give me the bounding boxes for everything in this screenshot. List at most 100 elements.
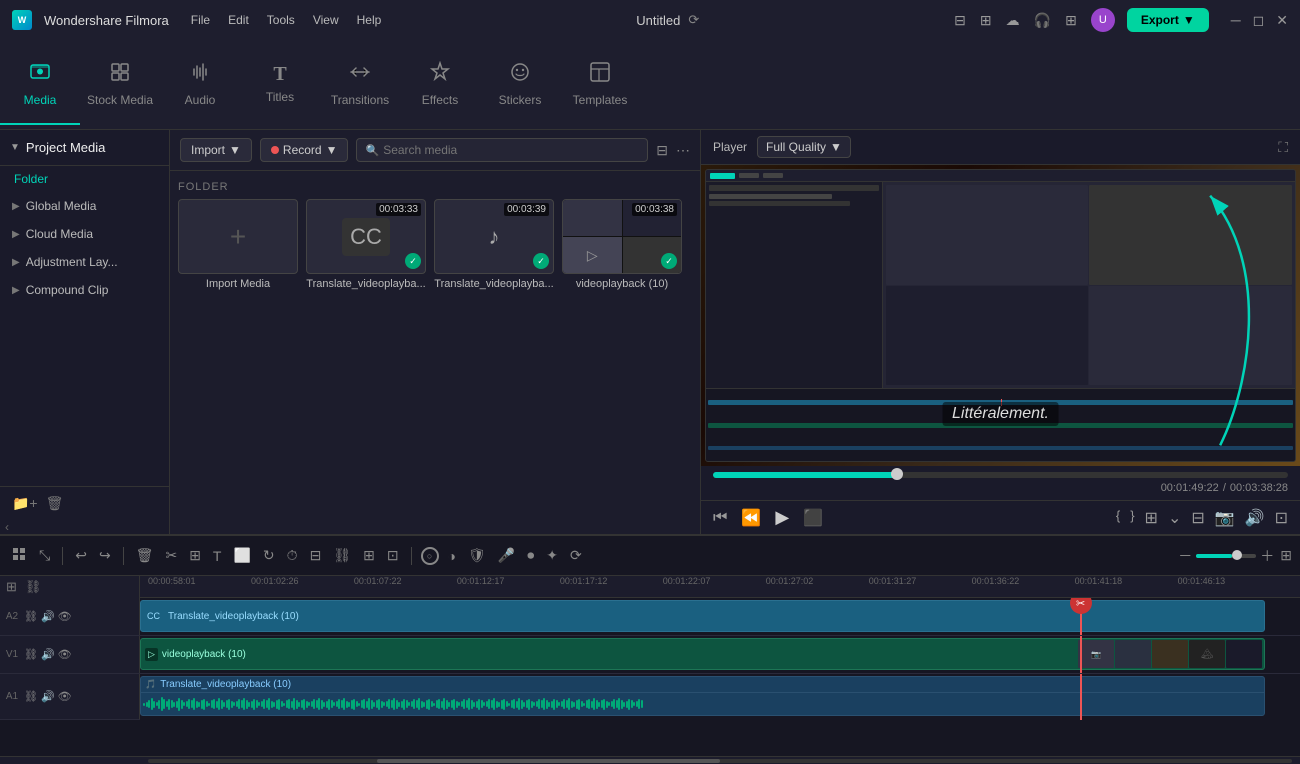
sidebar-collapse-button[interactable]: ‹	[0, 520, 14, 534]
track-eye-icon[interactable]: 👁	[58, 648, 72, 661]
import-button[interactable]: Import ▼	[180, 138, 252, 162]
add-folder-icon[interactable]: 📁+	[12, 495, 38, 512]
fullscreen-icon[interactable]: ⛶	[1278, 139, 1288, 156]
screen-icon[interactable]: ⊟	[954, 12, 966, 29]
track-eye-icon[interactable]: 👁	[58, 610, 72, 623]
toolbar-titles[interactable]: T Titles	[240, 45, 320, 125]
menu-help[interactable]: Help	[357, 13, 382, 27]
text-tool[interactable]: T	[210, 545, 225, 567]
track-eye-icon[interactable]: 👁	[58, 690, 72, 703]
zoom-in-button[interactable]: ＋	[1260, 546, 1274, 566]
apps-icon[interactable]: ⊞	[1065, 12, 1077, 29]
track-link-icon[interactable]: ⛓	[24, 690, 38, 703]
adjust-tool[interactable]: ⊟	[307, 544, 325, 567]
media-item-video1[interactable]: 00:03:38 ▷ ✓ videoplayback (10)	[562, 199, 682, 290]
pip-tool[interactable]: ⊡	[384, 544, 402, 567]
track-speaker-icon[interactable]: 🔊	[41, 610, 55, 623]
mark-out-icon[interactable]: }	[1130, 508, 1134, 528]
stop-button[interactable]: ⬛	[803, 508, 823, 528]
h-scrollbar[interactable]	[148, 759, 1292, 763]
crop-tool[interactable]: ⊞	[186, 544, 204, 567]
toolbar-effects[interactable]: Effects	[400, 45, 480, 125]
shield-tool[interactable]: 🛡	[465, 544, 489, 567]
video1-thumb[interactable]: 00:03:38 ▷ ✓	[562, 199, 682, 274]
mic-tool[interactable]: 🎤	[495, 544, 518, 567]
snap-tool[interactable]	[8, 543, 30, 568]
toolbar-audio[interactable]: Audio	[160, 45, 240, 125]
track-link-icon[interactable]: ⛓	[24, 610, 38, 623]
user-avatar[interactable]: U	[1091, 8, 1115, 32]
settings-icon[interactable]: ⊡	[1275, 508, 1288, 528]
track-link-icon[interactable]: ⛓	[24, 648, 38, 661]
clip-v1[interactable]: ▷ videoplayback (10) 📷 🏔	[140, 638, 1265, 670]
progress-thumb[interactable]	[891, 468, 903, 480]
cut-tool[interactable]: ✂	[162, 544, 180, 567]
record-button[interactable]: Record ▼	[260, 138, 349, 162]
toolbar-stickers[interactable]: Stickers	[480, 45, 560, 125]
grid-view-icon[interactable]: ⊞	[1280, 547, 1292, 564]
mark-in-icon[interactable]: {	[1116, 508, 1120, 528]
redo-tool[interactable]: ↪	[96, 544, 114, 567]
chevron-down[interactable]: ⌄	[1168, 508, 1181, 528]
minimize-button[interactable]: ─	[1231, 12, 1241, 29]
media-item-import[interactable]: + Import Media	[178, 199, 298, 290]
menu-file[interactable]: File	[191, 13, 210, 27]
undo-tool[interactable]: ↩	[72, 544, 90, 567]
sidebar-item-global-media[interactable]: ▶ Global Media	[0, 192, 169, 220]
timer-tool[interactable]: ⏱	[284, 544, 301, 567]
more-options-icon[interactable]: ⋯	[676, 142, 690, 159]
zoom-slider[interactable]	[1196, 554, 1256, 558]
close-button[interactable]: ✕	[1276, 12, 1288, 29]
ai-tool[interactable]: ✦	[543, 544, 561, 567]
import-thumb[interactable]: +	[178, 199, 298, 274]
menu-edit[interactable]: Edit	[228, 13, 249, 27]
translate1-thumb[interactable]: 00:03:33 CC ✓	[306, 199, 426, 274]
select-tool[interactable]: ⤡	[36, 544, 53, 567]
translate2-thumb[interactable]: 00:03:39 ♪ ✓	[434, 199, 554, 274]
group-tool[interactable]: ⊞	[360, 544, 378, 567]
add-to-timeline-icon[interactable]: ⊞	[1145, 508, 1158, 528]
sidebar-item-adjustment[interactable]: ▶ Adjustment Lay...	[0, 248, 169, 276]
color-tool[interactable]: ◑	[445, 545, 459, 567]
filter-icon[interactable]: ⊟	[656, 142, 668, 159]
menu-view[interactable]: View	[313, 13, 339, 27]
track-speaker-icon[interactable]: 🔊	[41, 690, 55, 703]
sidebar-project-media[interactable]: ▼ Project Media	[0, 130, 169, 166]
tl-scroll-bar[interactable]	[140, 757, 1300, 764]
toolbar-stock[interactable]: Stock Media	[80, 45, 160, 125]
menu-tools[interactable]: Tools	[267, 13, 295, 27]
add-track-icon[interactable]: ⊞	[6, 579, 17, 595]
play-button[interactable]: ▶	[775, 507, 789, 528]
go-start-button[interactable]: ⏮	[713, 509, 727, 527]
cloud-icon[interactable]: ☁	[1006, 12, 1020, 29]
screenshot-icon[interactable]: 📷	[1215, 508, 1235, 528]
headphone-icon[interactable]: 🎧	[1034, 12, 1051, 29]
sidebar-item-compound-clip[interactable]: ▶ Compound Clip	[0, 276, 169, 304]
toolbar-templates[interactable]: Templates	[560, 45, 640, 125]
media-item-translate1[interactable]: 00:03:33 CC ✓ Translate_videoplayba...	[306, 199, 426, 290]
sidebar-item-cloud-media[interactable]: ▶ Cloud Media	[0, 220, 169, 248]
toolbar-media[interactable]: Media	[0, 45, 80, 125]
toolbar-transitions[interactable]: Transitions	[320, 45, 400, 125]
motion-tool[interactable]: ⟳	[567, 544, 585, 567]
zoom-out-button[interactable]: －	[1178, 546, 1192, 566]
progress-bar[interactable]	[713, 472, 1288, 478]
prev-frame-button[interactable]: ⏪	[741, 508, 761, 528]
loop-tool[interactable]: ↻	[260, 544, 278, 567]
zoom-thumb[interactable]	[1232, 550, 1242, 560]
sidebar-folder[interactable]: Folder	[0, 166, 169, 192]
clip-a1[interactable]: 🎵 Translate_videoplayback (10) // Will b…	[140, 676, 1265, 716]
h-scroll-thumb[interactable]	[377, 759, 720, 763]
search-input[interactable]	[383, 143, 639, 157]
screen-mode-icon[interactable]: ⊟	[1191, 508, 1204, 528]
link-tool[interactable]: ⛓	[330, 544, 354, 567]
color-match-tool[interactable]: ○	[421, 547, 439, 565]
media-item-translate2[interactable]: 00:03:39 ♪ ✓ Translate_videoplayba...	[434, 199, 554, 290]
voice-tool[interactable]: ⏺	[524, 544, 537, 567]
export-button[interactable]: Export ▼	[1127, 8, 1209, 32]
mask-tool[interactable]: ⬜	[230, 544, 253, 567]
delete-tool[interactable]: 🗑	[133, 544, 157, 567]
quality-select[interactable]: Full Quality ▼	[757, 136, 851, 158]
link-timeline-icon[interactable]: ⛓	[25, 579, 42, 595]
layout-icon[interactable]: ⊞	[980, 12, 992, 29]
